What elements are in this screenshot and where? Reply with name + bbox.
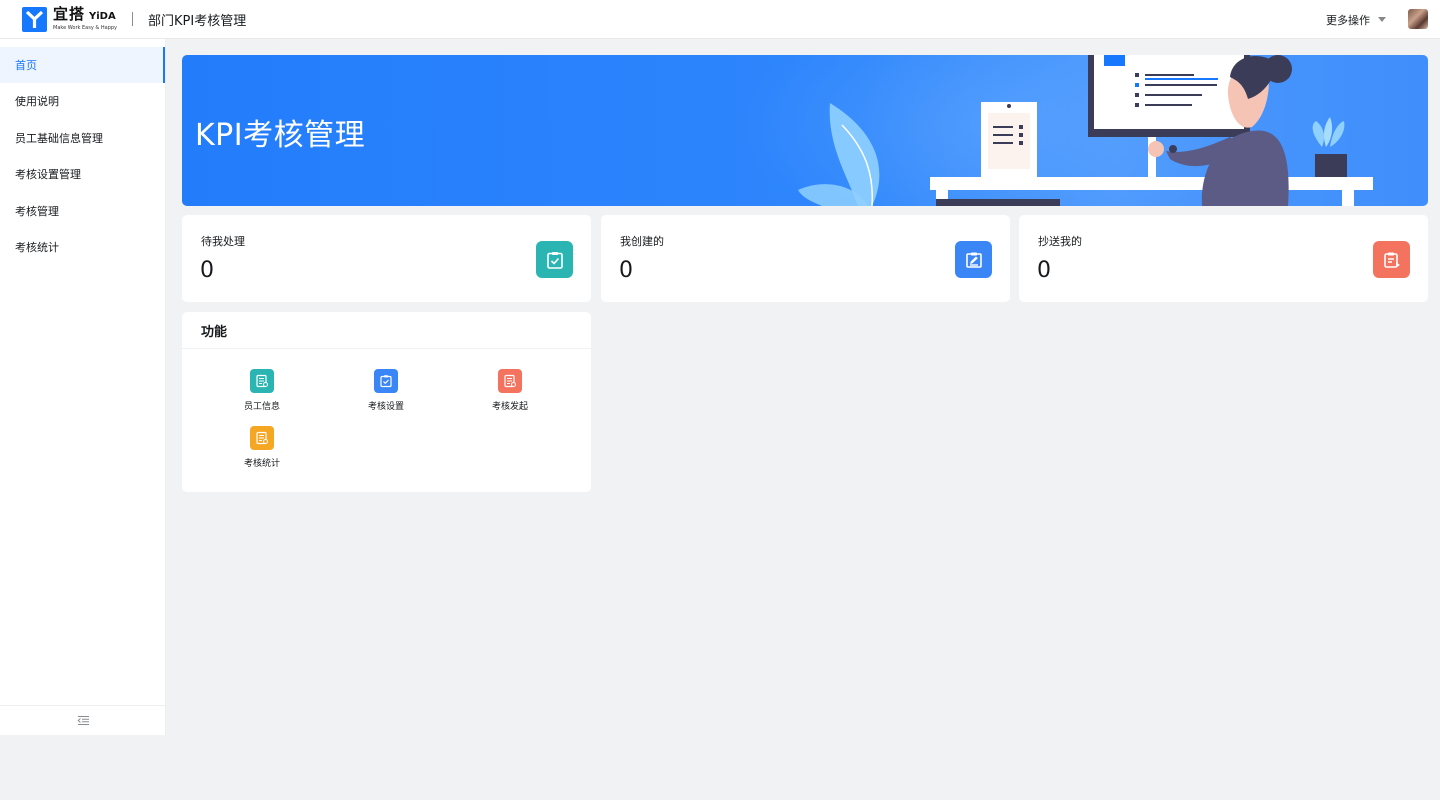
sidebar-item-instructions[interactable]: 使用说明 — [0, 83, 165, 119]
user-avatar[interactable] — [1408, 9, 1428, 29]
function-kpi-launch[interactable]: 考核发起 — [460, 369, 560, 412]
stat-label: 抄送我的 — [1038, 235, 1082, 248]
sidebar-item-label: 首页 — [15, 58, 37, 72]
sidebar-item-home[interactable]: 首页 — [0, 46, 165, 83]
clipboard-check-icon — [374, 369, 398, 393]
header-divider — [132, 12, 134, 26]
app-title[interactable]: 部门KPI考核管理 — [148, 10, 246, 29]
stat-card-created[interactable]: 我创建的 0 — [601, 215, 1010, 302]
logo-en-text: YiDA — [89, 11, 116, 22]
function-label: 考核设置 — [367, 402, 404, 412]
function-label: 员工信息 — [243, 402, 280, 412]
stat-value: 0 — [1037, 258, 1051, 283]
sidebar-item-label: 考核设置管理 — [15, 168, 81, 181]
logo-cn-text: 宜搭 — [53, 5, 86, 23]
document-icon — [250, 369, 274, 393]
function-employee-info[interactable]: 员工信息 — [212, 369, 312, 412]
stat-card-pending[interactable]: 待我处理 0 — [182, 215, 591, 302]
sidebar-item-kpi-settings[interactable]: 考核设置管理 — [0, 156, 165, 192]
menu-fold-icon — [76, 716, 89, 725]
clipboard-check-icon — [536, 241, 573, 278]
function-label: 考核发起 — [491, 402, 528, 412]
more-actions-dropdown[interactable]: 更多操作 — [1326, 0, 1386, 39]
banner-title: KPI考核管理 — [195, 118, 366, 153]
function-panel-title: 功能 — [182, 312, 591, 349]
sidebar-item-label: 考核管理 — [15, 204, 59, 218]
sidebar-item-kpi-statistics[interactable]: 考核统计 — [0, 229, 165, 265]
yida-logo[interactable]: 宜搭 YiDA Make Work Easy & Happy — [22, 0, 117, 39]
more-actions-label: 更多操作 — [1326, 13, 1370, 27]
document-icon — [250, 426, 274, 450]
function-panel: 功能 员工信息 考核设置 考核发起 考核统计 — [182, 312, 591, 492]
function-kpi-settings[interactable]: 考核设置 — [336, 369, 436, 412]
sidebar: 首页 使用说明 员工基础信息管理 考核设置管理 考核管理 考核统计 — [0, 39, 166, 735]
stat-value: 0 — [200, 258, 214, 283]
sidebar-item-label: 考核统计 — [15, 241, 59, 254]
banner-illustration — [742, 55, 1373, 206]
function-label: 考核统计 — [243, 459, 280, 469]
sidebar-item-label: 使用说明 — [15, 95, 59, 108]
document-icon — [498, 369, 522, 393]
edit-note-icon — [955, 241, 992, 278]
copy-send-icon — [1373, 241, 1410, 278]
stat-label: 待我处理 — [201, 235, 245, 248]
yida-logo-icon — [22, 6, 47, 32]
sidebar-collapse-button[interactable] — [0, 705, 166, 735]
caret-down-icon — [1378, 17, 1386, 22]
stat-label: 我创建的 — [620, 235, 664, 248]
sidebar-item-kpi-management[interactable]: 考核管理 — [0, 193, 165, 229]
stat-value: 0 — [619, 258, 633, 283]
sidebar-item-employee-info[interactable]: 员工基础信息管理 — [0, 120, 165, 156]
sidebar-item-label: 员工基础信息管理 — [15, 131, 103, 145]
logo-slogan: Make Work Easy & Happy — [53, 25, 118, 31]
hero-banner: KPI考核管理 — [182, 55, 1428, 206]
top-header: 宜搭 YiDA Make Work Easy & Happy 部门KPI考核管理… — [0, 0, 1440, 39]
function-kpi-statistics[interactable]: 考核统计 — [212, 426, 312, 469]
stat-card-cc[interactable]: 抄送我的 0 — [1019, 215, 1428, 302]
